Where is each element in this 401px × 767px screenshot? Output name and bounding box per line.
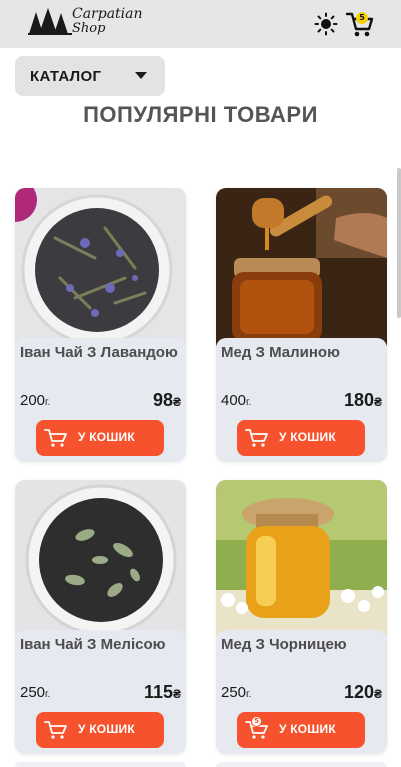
shop-logo[interactable]: Carpatian Shop [28, 4, 143, 42]
product-card[interactable]: Мед З Чорницею 250г. 120₴ 5 У КОШИК [216, 480, 387, 754]
product-image [15, 188, 186, 346]
product-card-next [15, 762, 186, 767]
add-to-cart-button[interactable]: У КОШИК [237, 420, 365, 456]
page-scrollbar[interactable] [397, 168, 401, 318]
add-to-cart-button[interactable]: У КОШИК [36, 712, 164, 748]
product-card[interactable]: Іван Чай З Мелісою 250г. 115₴ У КОШИК [15, 480, 186, 754]
weight-value: 250 [20, 684, 46, 701]
product-card-next [216, 762, 387, 767]
product-name[interactable]: Іван Чай З Мелісою [20, 635, 180, 655]
weight-value: 400 [221, 392, 247, 409]
theme-toggle-button[interactable] [314, 12, 338, 36]
currency-sign: ₴ [373, 687, 382, 701]
product-weight: 250г. [221, 684, 251, 701]
product-name[interactable]: Мед З Малиною [221, 343, 381, 363]
product-info: Мед З Чорницею 250г. 120₴ 5 У КОШИК [216, 630, 387, 754]
product-info: Іван Чай З Мелісою 250г. 115₴ У КОШИК [15, 630, 186, 754]
currency-sign: ₴ [172, 395, 181, 409]
price-value: 120 [343, 682, 374, 702]
product-card[interactable]: Іван Чай З Лавандою 200г. 98₴ У КОШИК [15, 188, 186, 462]
price-value: 115 [143, 682, 173, 702]
cart-count-badge: 5 [356, 12, 368, 24]
product-image [216, 188, 387, 346]
cart-icon [245, 429, 268, 447]
product-price: 98₴ [153, 390, 181, 411]
product-weight: 250г. [20, 684, 50, 701]
weight-unit: г. [246, 689, 252, 700]
product-name[interactable]: Мед З Чорницею [221, 635, 381, 655]
product-price: 120₴ [344, 682, 382, 703]
product-info: Мед З Малиною 400г. 180₴ У КОШИК [216, 338, 387, 462]
weight-value: 250 [221, 684, 247, 701]
logo-text: Carpatian [72, 6, 143, 22]
currency-sign: ₴ [373, 395, 382, 409]
product-weight: 400г. [221, 392, 251, 409]
product-image [15, 480, 186, 638]
caret-down-icon [135, 72, 147, 79]
add-to-cart-button[interactable]: 5 У КОШИК [237, 712, 365, 748]
add-to-cart-label: У КОШИК [78, 430, 135, 444]
cart-button[interactable]: 5 [345, 10, 375, 38]
product-image [216, 480, 387, 638]
price-value: 180 [343, 390, 374, 410]
logo-subtext: Shop [72, 21, 106, 36]
price-value: 98 [152, 390, 173, 410]
cart-icon [44, 429, 67, 447]
currency-sign: ₴ [172, 687, 181, 701]
catalog-label: КАТАЛОГ [30, 67, 102, 85]
add-to-cart-label: У КОШИК [78, 722, 135, 736]
in-cart-count-badge: 5 [251, 716, 262, 727]
product-info: Іван Чай З Лавандою 200г. 98₴ У КОШИК [15, 338, 186, 462]
pine-trees-icon [28, 8, 72, 35]
weight-unit: г. [45, 397, 51, 408]
add-to-cart-label: У КОШИК [279, 430, 336, 444]
product-price: 115₴ [144, 682, 181, 703]
cart-icon [44, 721, 67, 739]
weight-unit: г. [246, 397, 252, 408]
catalog-dropdown[interactable]: КАТАЛОГ [15, 56, 165, 96]
add-to-cart-button[interactable]: У КОШИК [36, 420, 164, 456]
product-card[interactable]: Мед З Малиною 400г. 180₴ У КОШИК [216, 188, 387, 462]
product-weight: 200г. [20, 392, 50, 409]
product-name[interactable]: Іван Чай З Лавандою [20, 343, 180, 363]
weight-value: 200 [20, 392, 46, 409]
weight-unit: г. [45, 689, 51, 700]
section-title: ПОПУЛЯРНІ ТОВАРИ [83, 102, 318, 127]
sun-icon [314, 12, 338, 36]
product-price: 180₴ [344, 390, 382, 411]
top-header: Carpatian Shop 5 [0, 0, 401, 48]
add-to-cart-label: У КОШИК [279, 722, 336, 736]
